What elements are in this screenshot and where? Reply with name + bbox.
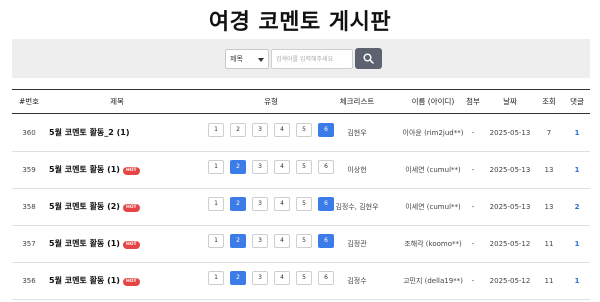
type-button-4[interactable]: 4: [274, 234, 290, 248]
post-date: 2025-05-12: [489, 277, 531, 285]
column-header-checklist: 체크리스트: [339, 97, 375, 106]
post-date: 2025-05-13: [489, 129, 531, 137]
checklist-names: 김정관: [347, 240, 367, 248]
type-button-2[interactable]: 2: [230, 271, 246, 285]
reply-count-link[interactable]: 1: [564, 263, 590, 299]
table-row: 357 5월 코멘토 활동 (1) HOT 1 2 3 4 5 6 김정관 조해각 (koomo**…: [12, 226, 590, 263]
type-button-1[interactable]: 1: [208, 160, 224, 174]
post-number: 357: [22, 240, 36, 248]
type-button-3[interactable]: 3: [252, 123, 268, 137]
table-row: 356 5월 코멘토 활동 (1) HOT 1 2 3 4 5 6 김정수 고민지 (della19…: [12, 263, 590, 300]
hot-badge: HOT: [122, 204, 140, 212]
checklist-names: 김정수: [347, 277, 367, 285]
view-count: 11: [544, 240, 554, 248]
post-subject-text: 5월 코멘토 활동 (1): [49, 276, 120, 285]
attachment-indicator: -: [471, 166, 475, 174]
post-number: 360: [22, 129, 36, 137]
post-date: 2025-05-13: [489, 166, 531, 174]
post-subject-text: 5월 코멘토 활동_2 (1): [49, 128, 130, 137]
checklist-names: 이상헌: [347, 166, 367, 174]
column-header-views: 조회: [542, 97, 556, 106]
table-row: 358 5월 코멘토 활동 (2) HOT 1 2 3 4 5 6 김정수, 김현우 이세연 (cu…: [12, 189, 590, 226]
post-subject-link[interactable]: 5월 코멘토 활동 (2) HOT: [49, 189, 219, 225]
column-header-author: 이름 (아이디): [411, 97, 455, 106]
type-button-1[interactable]: 1: [208, 197, 224, 211]
search-input[interactable]: [271, 49, 353, 69]
checklist-names: 김현우: [347, 129, 367, 137]
view-count: 11: [544, 277, 554, 285]
type-button-1[interactable]: 1: [208, 234, 224, 248]
type-button-2[interactable]: 2: [230, 234, 246, 248]
type-button-2[interactable]: 2: [230, 197, 246, 211]
type-button-2[interactable]: 2: [230, 160, 246, 174]
column-header-subject: 제목: [110, 97, 124, 106]
post-number: 359: [22, 166, 36, 174]
view-count: 13: [544, 203, 554, 211]
table-row: 359 5월 코멘토 활동 (1) HOT 1 2 3 4 5 6 이상헌 이세연 (cumul**…: [12, 152, 590, 189]
reply-count-link[interactable]: 2: [564, 189, 590, 225]
post-subject-link[interactable]: 5월 코멘토 활동 (1) HOT: [49, 263, 219, 299]
reply-count-link[interactable]: 1: [564, 226, 590, 262]
type-button-3[interactable]: 3: [252, 197, 268, 211]
view-count: 7: [546, 129, 552, 137]
post-subject-link[interactable]: 5월 코멘토 활동 (1) HOT: [49, 152, 219, 188]
post-number: 356: [22, 277, 36, 285]
type-button-1[interactable]: 1: [208, 271, 224, 285]
chevron-down-icon: [258, 58, 264, 62]
type-button-4[interactable]: 4: [274, 197, 290, 211]
type-button-3[interactable]: 3: [252, 160, 268, 174]
attachment-indicator: -: [471, 203, 475, 211]
type-button-5[interactable]: 5: [296, 197, 312, 211]
attachment-indicator: -: [471, 277, 475, 285]
page-title: 여경 코멘토 게시판: [208, 10, 392, 35]
search-field-select-value: 제목: [230, 55, 243, 63]
type-button-1[interactable]: 1: [208, 123, 224, 137]
post-subject-link[interactable]: 5월 코멘토 활동 (1) HOT: [49, 226, 219, 262]
type-button-3[interactable]: 3: [252, 234, 268, 248]
type-button-4[interactable]: 4: [274, 271, 290, 285]
column-header-type: 유형: [264, 97, 278, 106]
post-subject-text: 5월 코멘토 활동 (2): [49, 202, 120, 211]
post-date: 2025-05-13: [489, 203, 531, 211]
type-button-2[interactable]: 2: [230, 123, 246, 137]
search-icon: [363, 53, 374, 64]
type-button-3[interactable]: 3: [252, 271, 268, 285]
column-header-replies: 댓글: [570, 97, 584, 106]
type-button-5[interactable]: 5: [296, 234, 312, 248]
reply-count-link[interactable]: 1: [564, 115, 590, 151]
attachment-indicator: -: [471, 240, 475, 248]
column-header-attachment: 첨부: [466, 97, 480, 106]
reply-count-link[interactable]: 1: [564, 152, 590, 188]
table-row: 360 5월 코멘토 활동_2 (1) 1 2 3 4 5 6 김현우 이아윤 (rim2jud*…: [12, 115, 590, 152]
type-button-4[interactable]: 4: [274, 123, 290, 137]
type-button-5[interactable]: 5: [296, 160, 312, 174]
hot-badge: HOT: [122, 241, 140, 249]
view-count: 13: [544, 166, 554, 174]
attachment-indicator: -: [471, 129, 475, 137]
post-subject-text: 5월 코멘토 활동 (1): [49, 165, 120, 174]
checklist-names: 김정수, 김현우: [335, 203, 379, 211]
hot-badge: HOT: [122, 278, 140, 286]
search-button[interactable]: [355, 48, 382, 69]
post-date: 2025-05-12: [489, 240, 531, 248]
post-subject-text: 5월 코멘토 활동 (1): [49, 239, 120, 248]
type-button-5[interactable]: 5: [296, 271, 312, 285]
type-button-5[interactable]: 5: [296, 123, 312, 137]
search-field-select[interactable]: 제목: [225, 49, 269, 69]
column-header-date: 날짜: [503, 97, 517, 106]
post-number: 358: [22, 203, 36, 211]
table-header: #번호 제목 유형 체크리스트 이름 (아이디) 첨부 날짜 조회 댓글: [12, 89, 590, 114]
post-subject-link[interactable]: 5월 코멘토 활동_2 (1): [49, 115, 219, 151]
hot-badge: HOT: [122, 167, 140, 175]
type-button-4[interactable]: 4: [274, 160, 290, 174]
column-header-number: #번호: [18, 97, 40, 106]
